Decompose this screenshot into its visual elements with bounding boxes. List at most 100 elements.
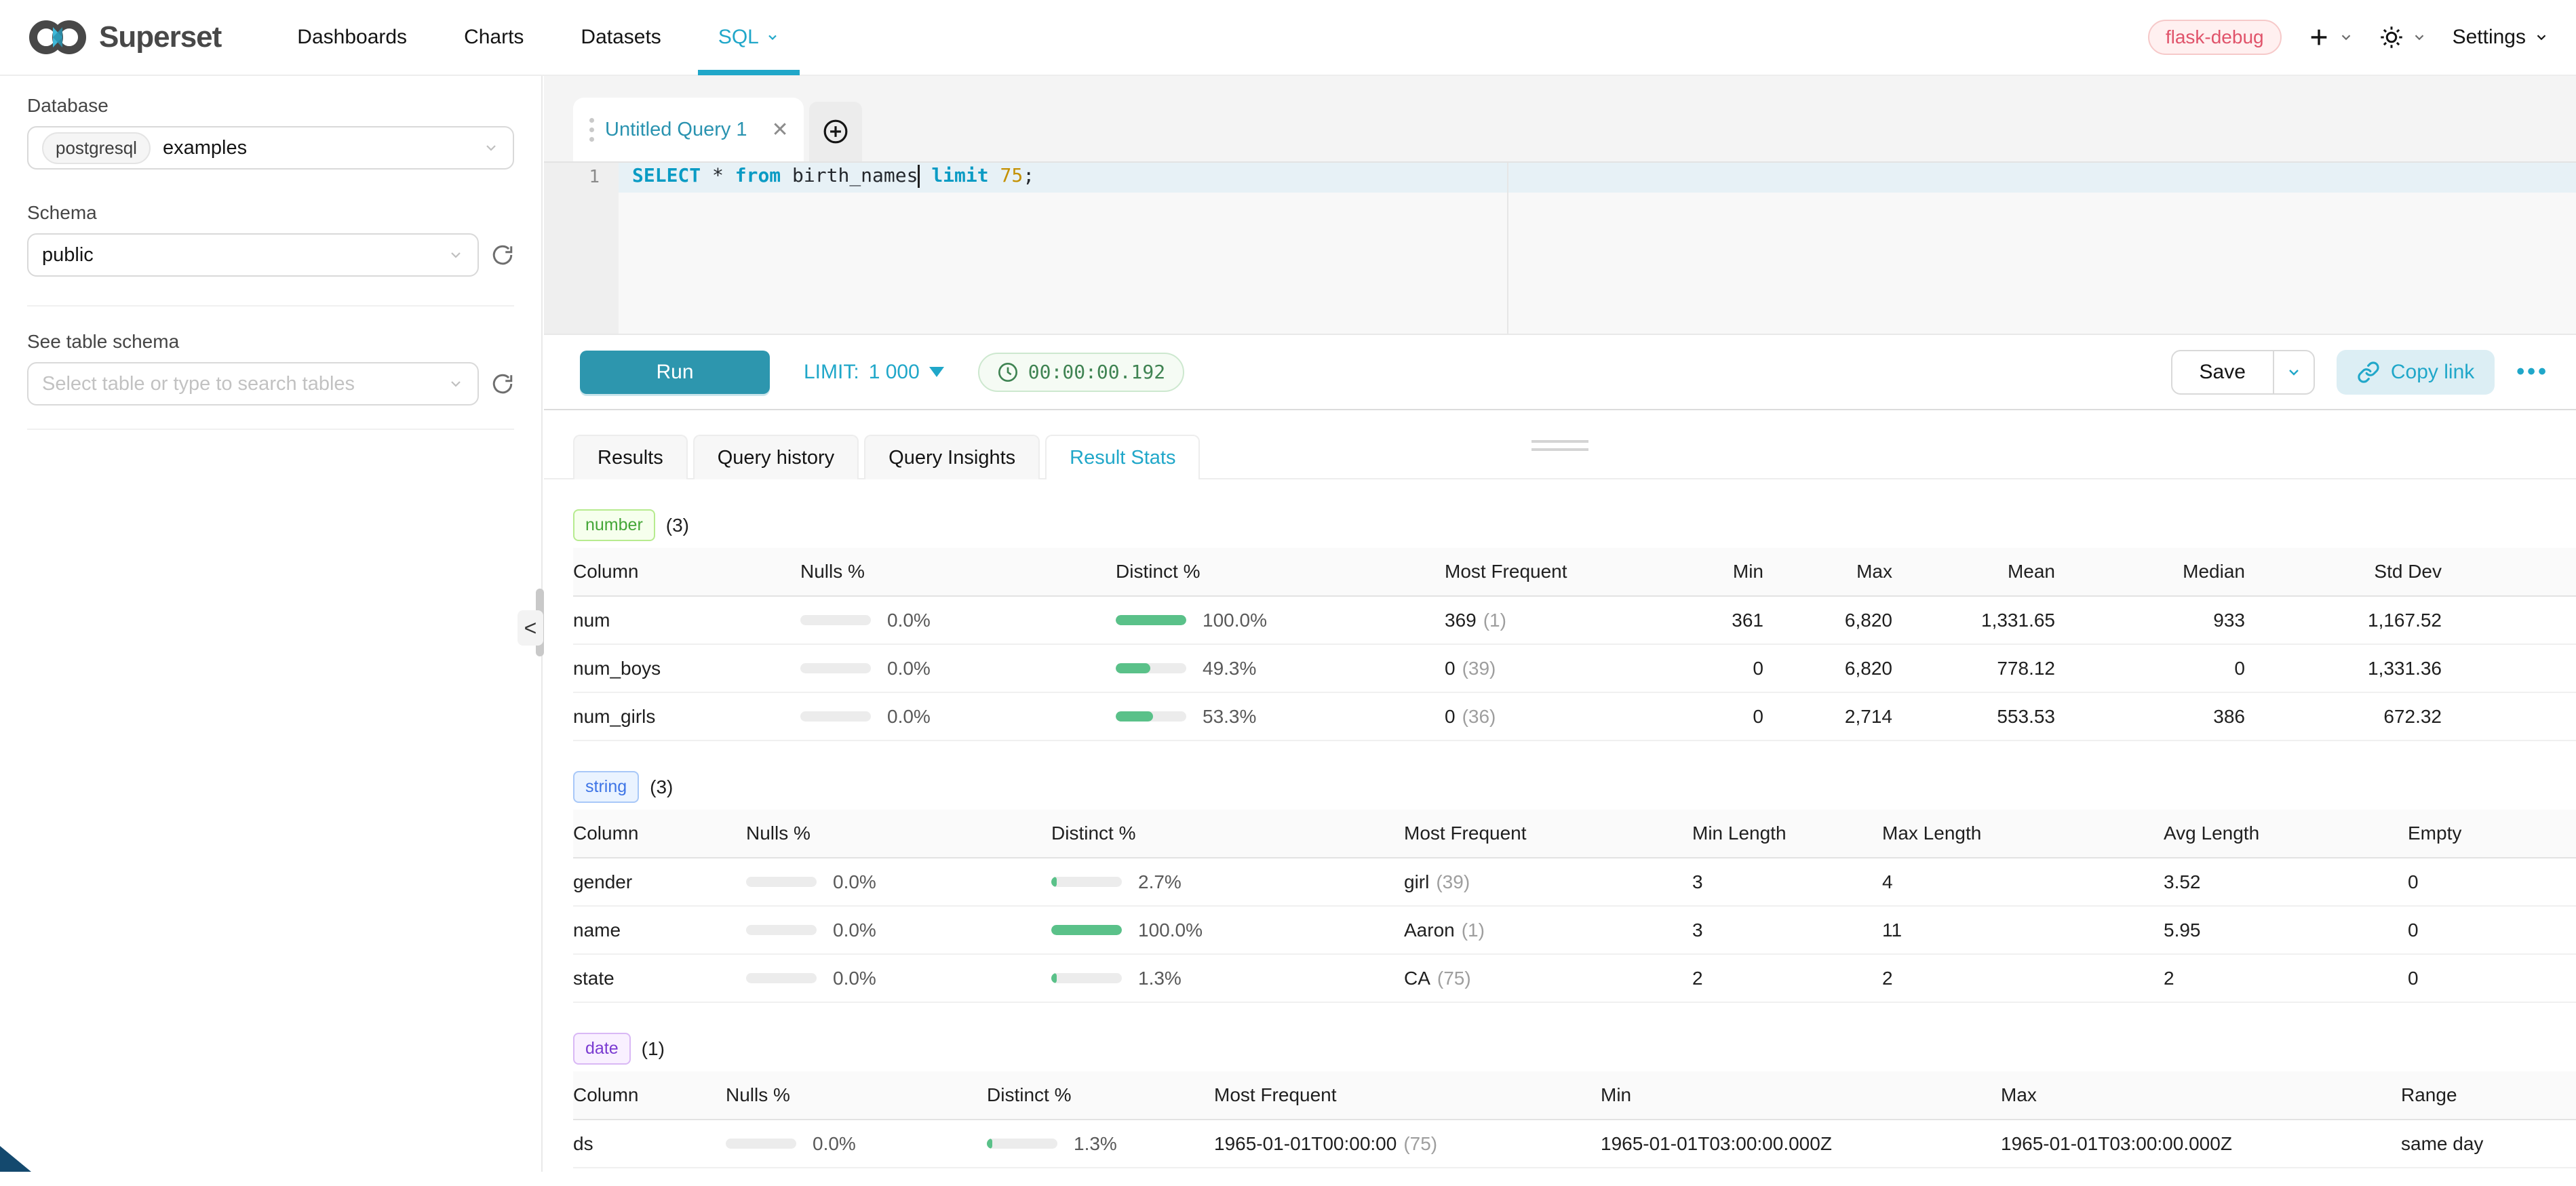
bar-fill — [1116, 663, 1150, 673]
column-header: Distinct % — [1051, 823, 1404, 844]
sidebar-divider — [27, 429, 514, 430]
editor-toolbar: Run LIMIT: 1 000 00:00:00.192 Save — [544, 334, 2576, 410]
editor-code-area[interactable]: SELECT * from birth_names limit 75; — [619, 163, 2576, 334]
caret-down-icon — [929, 367, 944, 377]
chevron-down-icon — [766, 31, 779, 44]
table-select[interactable]: Select table or type to search tables — [27, 362, 479, 406]
sql-token: birth_names — [781, 164, 918, 186]
column-header: Median — [2055, 561, 2245, 582]
distinct-cell: 53.3% — [1116, 706, 1445, 728]
resize-handle[interactable] — [1531, 440, 1588, 451]
stats-table-string: ColumnNulls %Distinct %Most FrequentMin … — [573, 810, 2576, 1003]
table-schema-label: See table schema — [27, 331, 514, 353]
schema-select[interactable]: public — [27, 233, 479, 277]
elapsed-timer: 00:00:00.192 — [978, 353, 1184, 392]
stat-value-cell: 386 — [2055, 706, 2245, 728]
distinct-percent: 100.0% — [1203, 610, 1267, 631]
bar-fill — [1051, 877, 1057, 887]
stat-value-cell: 2 — [1692, 968, 1882, 989]
settings-label: Settings — [2453, 26, 2526, 49]
most-frequent-cell: girl(39) — [1404, 871, 1692, 893]
stat-value-cell: 1,331.36 — [2245, 658, 2442, 679]
print-margin-line — [1507, 163, 1508, 334]
bar-fill — [987, 1139, 992, 1149]
distinct-percent: 1.3% — [1138, 968, 1182, 989]
tab-query-insights[interactable]: Query Insights — [864, 435, 1040, 479]
sql-editor[interactable]: 1 SELECT * from birth_names limit 75; — [544, 161, 2576, 334]
stat-value-cell: 6,820 — [1763, 658, 1892, 679]
column-header: Range — [2401, 1084, 2571, 1106]
type-badge-date: date — [573, 1033, 631, 1065]
nulls-percent: 0.0% — [813, 1133, 856, 1155]
column-header: Nulls % — [746, 823, 1051, 844]
stat-value-cell: 5.95 — [2164, 920, 2408, 941]
nav-item-datasets[interactable]: Datasets — [552, 0, 689, 75]
close-icon[interactable]: ✕ — [772, 118, 789, 142]
column-header: Std Dev — [2245, 561, 2442, 582]
type-count: (1) — [642, 1038, 665, 1060]
schema-label: Schema — [27, 202, 514, 224]
tab-results[interactable]: Results — [573, 435, 688, 479]
more-actions-button[interactable]: ••• — [2516, 359, 2549, 385]
nulls-cell: 0.0% — [746, 920, 1051, 941]
superset-logo-icon — [27, 18, 90, 57]
distinct-percent: 1.3% — [1074, 1133, 1117, 1155]
stat-value-cell: 1,331.65 — [1892, 610, 2055, 631]
type-count: (3) — [650, 776, 673, 798]
tab-query-history[interactable]: Query history — [693, 435, 859, 479]
sun-icon — [2379, 25, 2404, 50]
column-name-cell: name — [573, 920, 746, 941]
column-name-cell: num — [573, 610, 800, 631]
limit-label: LIMIT: — [804, 361, 859, 384]
nav-item-charts[interactable]: Charts — [435, 0, 552, 75]
most-frequent-count: (1) — [1462, 920, 1485, 941]
collapse-panel-button[interactable]: < — [518, 610, 543, 646]
database-select[interactable]: postgresql examples — [27, 126, 514, 170]
nav-item-sql[interactable]: SQL — [690, 0, 808, 75]
distinct-percent: 2.7% — [1138, 871, 1182, 893]
limit-dropdown[interactable]: LIMIT: 1 000 — [804, 361, 944, 384]
save-button[interactable]: Save — [2172, 351, 2274, 393]
stat-value-cell: 4 — [1882, 871, 2164, 893]
chevron-down-icon — [2339, 30, 2354, 45]
nulls-cell: 0.0% — [800, 706, 1116, 728]
nulls-percent: 0.0% — [887, 658, 931, 679]
stat-value-cell: same day — [2401, 1133, 2571, 1155]
save-options-caret[interactable] — [2274, 351, 2314, 393]
superset-logo[interactable]: Superset — [27, 18, 221, 57]
sql-token: ; — [1023, 164, 1034, 186]
stat-value-cell: 0 — [2408, 871, 2571, 893]
settings-menu[interactable]: Settings — [2453, 26, 2549, 49]
tab-result-stats[interactable]: Result Stats — [1045, 435, 1200, 479]
refresh-schemas-button[interactable] — [491, 243, 514, 266]
new-item-menu[interactable] — [2307, 26, 2354, 49]
type-count: (3) — [666, 515, 689, 536]
nulls-percent: 0.0% — [833, 920, 876, 941]
sql-token — [989, 164, 1000, 186]
refresh-tables-button[interactable] — [491, 372, 514, 395]
most-frequent-value: 0 — [1445, 658, 1456, 679]
most-frequent-count: (36) — [1462, 706, 1496, 727]
nulls-percent: 0.0% — [887, 706, 931, 728]
copy-link-button[interactable]: Copy link — [2337, 350, 2495, 395]
theme-menu[interactable] — [2379, 25, 2427, 50]
table-row: num_girls0.0%53.3%0(36)02,714553.5338667… — [573, 693, 2576, 741]
run-button[interactable]: Run — [580, 351, 770, 394]
limit-value: 1 000 — [869, 361, 920, 384]
distinct-cell: 100.0% — [1116, 610, 1445, 631]
query-tab[interactable]: Untitled Query 1 ✕ — [573, 98, 804, 161]
bar-fill — [1051, 925, 1122, 935]
new-query-tab-button[interactable] — [809, 102, 862, 161]
chevron-down-icon — [2534, 30, 2549, 45]
nav-item-dashboards[interactable]: Dashboards — [269, 0, 435, 75]
table-row: gender0.0%2.7%girl(39)343.520 — [573, 858, 2576, 907]
distinct-bar — [1116, 663, 1186, 673]
navbar: Superset DashboardsChartsDatasetsSQL fla… — [0, 0, 2576, 76]
distinct-bar — [1051, 877, 1122, 887]
most-frequent-cell: 1965-01-01T00:00:00(75) — [1214, 1133, 1601, 1155]
nulls-percent: 0.0% — [887, 610, 931, 631]
nulls-bar — [746, 973, 817, 983]
stats-table-date: ColumnNulls %Distinct %Most FrequentMinM… — [573, 1071, 2576, 1168]
stat-value-cell: 1,167.52 — [2245, 610, 2442, 631]
drag-handle-icon[interactable] — [589, 118, 594, 142]
